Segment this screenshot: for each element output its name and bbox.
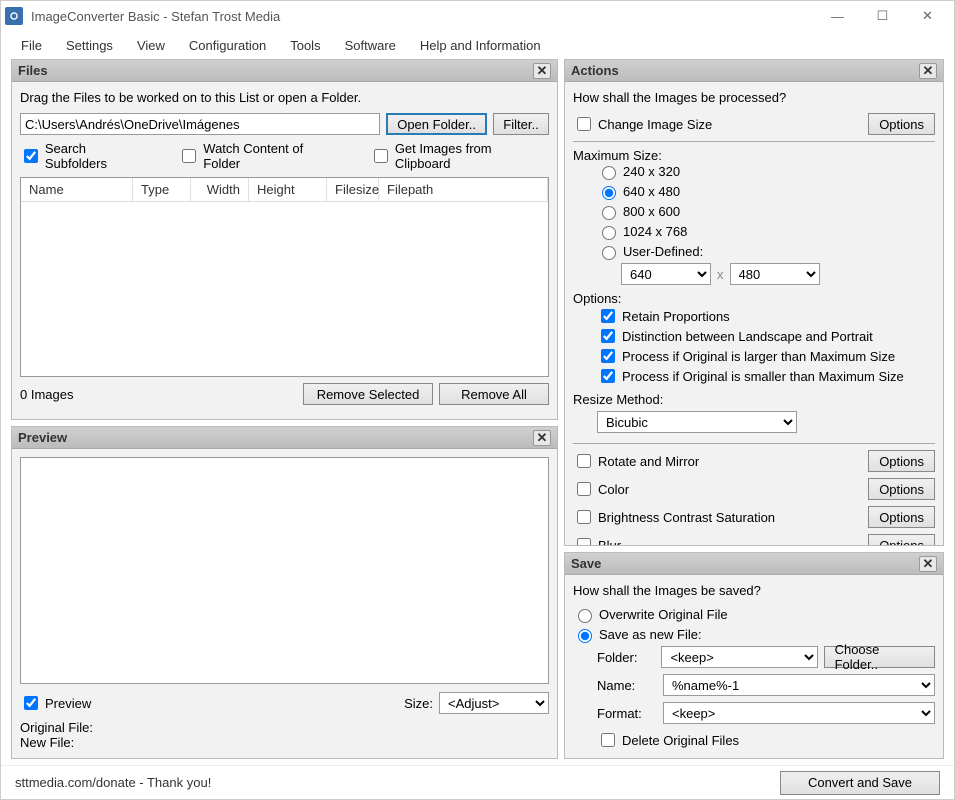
name-label: Name: [597,678,657,693]
app-window: ImageConverter Basic - Stefan Trost Medi… [0,0,955,800]
size-1024x768-radio[interactable]: 1024 x 768 [597,223,687,240]
save-name-select[interactable]: %name%-1 [663,674,935,696]
size-800x600-radio[interactable]: 800 x 600 [597,203,680,220]
options-label: Options: [573,291,935,306]
preview-checkbox[interactable]: Preview [20,693,91,713]
menu-view[interactable]: View [127,34,175,57]
col-name[interactable]: Name [21,178,133,201]
delete-original-checkbox[interactable]: Delete Original Files [597,730,739,750]
process-smaller-checkbox[interactable]: Process if Original is smaller than Maxi… [597,366,904,386]
remove-all-button[interactable]: Remove All [439,383,549,405]
overwrite-radio[interactable]: Overwrite Original File [573,606,728,623]
resize-method-select[interactable]: Bicubic [597,411,797,433]
preview-box [20,457,549,684]
files-title: Files [18,63,48,78]
preview-size-select[interactable]: <Adjust> [439,692,549,714]
files-table[interactable]: Name Type Width Height Filesize Filepath [20,177,549,377]
menu-help[interactable]: Help and Information [410,34,551,57]
files-header: Files ✕ [12,60,557,82]
image-count: 0 Images [20,387,73,402]
process-larger-checkbox[interactable]: Process if Original is larger than Maxim… [597,346,895,366]
save-header: Save ✕ [565,553,943,575]
col-type[interactable]: Type [133,178,191,201]
menu-file[interactable]: File [11,34,52,57]
color-checkbox[interactable]: Color [573,479,629,499]
col-filepath[interactable]: Filepath [379,178,548,201]
app-icon [5,7,23,25]
save-folder-select[interactable]: <keep> [661,646,817,668]
open-folder-button[interactable]: Open Folder.. [386,113,487,135]
change-size-options-button[interactable]: Options [868,113,935,135]
close-button[interactable]: ✕ [905,2,950,30]
save-prompt: How shall the Images be saved? [573,583,935,598]
menu-configuration[interactable]: Configuration [179,34,276,57]
preview-close-icon[interactable]: ✕ [533,430,551,446]
preview-title: Preview [18,430,67,445]
rotate-checkbox[interactable]: Rotate and Mirror [573,451,699,471]
size-640x480-radio[interactable]: 640 x 480 [597,183,680,200]
actions-title: Actions [571,63,619,78]
format-label: Format: [597,706,657,721]
actions-panel: Actions ✕ How shall the Images be proces… [564,59,944,546]
userdef-width-select[interactable]: 640 [621,263,711,285]
remove-selected-button[interactable]: Remove Selected [303,383,433,405]
userdef-height-select[interactable]: 480 [730,263,820,285]
preview-header: Preview ✕ [12,427,557,449]
landscape-portrait-checkbox[interactable]: Distinction between Landscape and Portra… [597,326,873,346]
resize-method-label: Resize Method: [573,392,935,407]
watch-folder-checkbox[interactable]: Watch Content of Folder [178,141,342,171]
change-size-checkbox[interactable]: Change Image Size [573,114,712,134]
files-close-icon[interactable]: ✕ [533,63,551,79]
rotate-options-button[interactable]: Options [868,450,935,472]
new-file-label: New File: [20,735,549,750]
x-label: x [717,267,724,282]
titlebar: ImageConverter Basic - Stefan Trost Medi… [1,1,954,31]
donate-text: sttmedia.com/donate - Thank you! [15,775,211,790]
files-panel: Files ✕ Drag the Files to be worked on t… [11,59,558,420]
size-userdefined-radio[interactable]: User-Defined: [597,243,703,260]
filter-button[interactable]: Filter.. [493,113,549,135]
menu-settings[interactable]: Settings [56,34,123,57]
files-hint: Drag the Files to be worked on to this L… [20,90,549,105]
window-title: ImageConverter Basic - Stefan Trost Medi… [31,9,815,24]
actions-header: Actions ✕ [565,60,943,82]
col-width[interactable]: Width [191,178,249,201]
actions-prompt: How shall the Images be processed? [573,90,935,105]
save-panel: Save ✕ How shall the Images be saved? Ov… [564,552,944,759]
color-options-button[interactable]: Options [868,478,935,500]
blur-checkbox[interactable]: Blur [573,535,621,545]
col-height[interactable]: Height [249,178,327,201]
choose-folder-button[interactable]: Choose Folder.. [824,646,935,668]
size-240x320-radio[interactable]: 240 x 320 [597,163,680,180]
actions-scroll[interactable]: How shall the Images be processed? Chang… [565,82,943,545]
menubar: File Settings View Configuration Tools S… [1,31,954,59]
folder-path-input[interactable] [20,113,380,135]
bcs-checkbox[interactable]: Brightness Contrast Saturation [573,507,775,527]
actions-close-icon[interactable]: ✕ [919,63,937,79]
clipboard-checkbox[interactable]: Get Images from Clipboard [370,141,549,171]
bcs-options-button[interactable]: Options [868,506,935,528]
preview-panel: Preview ✕ Preview Size: <Adjust> Origina… [11,426,558,759]
folder-label: Folder: [597,650,655,665]
blur-options-button[interactable]: Options [868,534,935,545]
retain-proportions-checkbox[interactable]: Retain Proportions [597,306,730,326]
save-format-select[interactable]: <keep> [663,702,935,724]
maximize-button[interactable]: ☐ [860,2,905,30]
max-size-label: Maximum Size: [573,148,935,163]
convert-save-button[interactable]: Convert and Save [780,771,940,795]
save-as-radio[interactable]: Save as new File: [573,626,702,643]
menu-tools[interactable]: Tools [280,34,330,57]
search-subfolders-checkbox[interactable]: Search Subfolders [20,141,150,171]
save-close-icon[interactable]: ✕ [919,556,937,572]
minimize-button[interactable]: — [815,2,860,30]
window-controls: — ☐ ✕ [815,2,950,30]
col-filesize[interactable]: Filesize [327,178,379,201]
original-file-label: Original File: [20,720,549,735]
footer: sttmedia.com/donate - Thank you! Convert… [1,765,954,799]
size-label: Size: [404,696,433,711]
save-title: Save [571,556,601,571]
menu-software[interactable]: Software [335,34,406,57]
